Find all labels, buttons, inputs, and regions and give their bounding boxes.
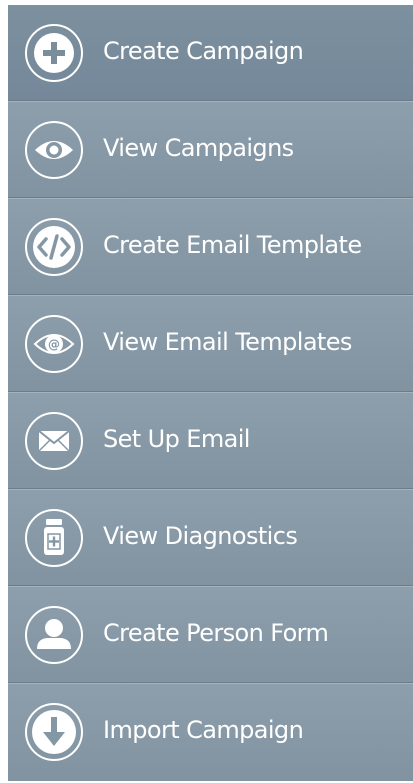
menu-item-label: Create Campaign [103,37,304,65]
menu-item-view-diagnostics[interactable]: View Diagnostics [8,490,413,587]
menu-item-label: View Campaigns [103,134,294,162]
menu-item-label: Create Email Template [103,231,362,259]
menu-item-set-up-email[interactable]: Set Up Email [8,393,413,490]
menu-item-label: View Email Templates [103,328,352,356]
menu-item-label: Create Person Form [103,619,329,647]
medicine-bottle-icon [22,506,86,570]
menu-item-label: View Diagnostics [103,522,298,550]
menu-item-view-campaigns[interactable]: View Campaigns [8,102,413,199]
menu-item-view-email-templates[interactable]: @ View Email Templates [8,296,413,393]
menu-item-import-campaign[interactable]: Import Campaign [8,684,413,781]
menu-item-create-campaign[interactable]: Create Campaign [8,5,413,102]
menu-item-create-person-form[interactable]: Create Person Form [8,587,413,684]
person-icon [22,603,86,667]
side-menu: Create Campaign View Campaigns Create Em… [8,5,413,781]
plus-circle-icon [22,21,86,85]
svg-text:@: @ [48,338,60,352]
code-icon [22,215,86,279]
menu-item-label: Set Up Email [103,425,250,453]
menu-item-label: Import Campaign [103,716,304,744]
eye-icon [22,118,86,182]
menu-item-create-email-template[interactable]: Create Email Template [8,199,413,296]
envelope-icon [22,409,86,473]
eye-at-icon: @ [22,312,86,376]
download-arrow-icon [22,700,86,764]
